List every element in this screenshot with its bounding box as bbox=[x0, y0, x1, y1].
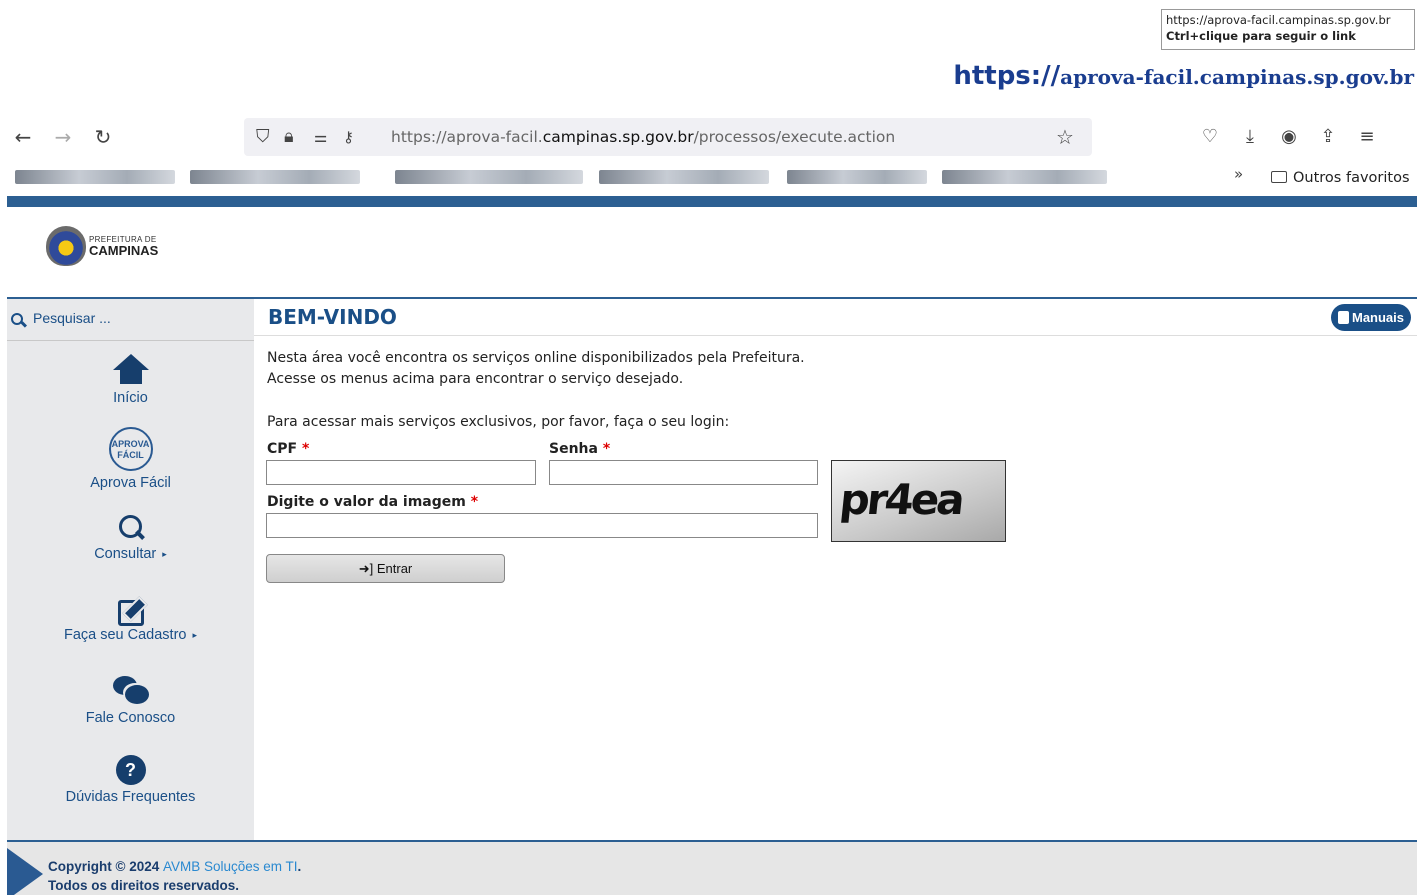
sidebar-item-inicio[interactable]: Início bbox=[7, 354, 254, 406]
link-tooltip: https://aprova-facil.campinas.sp.gov.br … bbox=[1161, 9, 1415, 50]
tooltip-url: https://aprova-facil.campinas.sp.gov.br bbox=[1166, 13, 1391, 27]
sidebar-item-cadastro[interactable]: Faça seu Cadastro ▸ bbox=[7, 595, 254, 643]
edit-icon bbox=[116, 595, 146, 626]
bookmark-item[interactable] bbox=[15, 170, 175, 184]
forward-icon[interactable]: → bbox=[47, 121, 79, 153]
sign-in-icon: ➜] bbox=[358, 561, 374, 576]
folder-icon bbox=[1271, 171, 1287, 183]
title-bar: BEM-VINDO Manuais bbox=[254, 299, 1417, 336]
intro-text-2: Acesse os menus acima para encontrar o s… bbox=[267, 371, 684, 387]
url-domain: campinas.sp.gov.br bbox=[542, 128, 694, 146]
question-icon: ? bbox=[115, 755, 146, 785]
page-title: BEM-VINDO bbox=[268, 305, 397, 329]
sidebar: Pesquisar ... Início APROVA FÁCIL Aprova… bbox=[7, 297, 254, 840]
search-icon bbox=[11, 313, 23, 325]
required-mark: * bbox=[602, 441, 611, 457]
search-icon bbox=[117, 514, 145, 542]
aprova-facil-logo: APROVA FÁCIL bbox=[108, 427, 153, 471]
intro-text-1: Nesta área você encontra os serviços onl… bbox=[267, 350, 805, 366]
bookmark-item[interactable] bbox=[395, 170, 583, 184]
login-prompt: Para acessar mais serviços exclusivos, p… bbox=[267, 414, 730, 430]
sidebar-item-label: Dúvidas Frequentes bbox=[65, 789, 196, 805]
cpf-field[interactable] bbox=[266, 460, 536, 485]
home-icon bbox=[112, 354, 149, 386]
main-content: BEM-VINDO Manuais Nesta área você encont… bbox=[254, 297, 1417, 840]
cpf-label: CPF * bbox=[267, 441, 309, 457]
address-bar[interactable]: ⛉ 🔒︎ ⚌ ⚷ https://aprova-facil.campinas.s… bbox=[244, 118, 1092, 156]
back-icon[interactable]: ← bbox=[7, 121, 39, 153]
sidebar-item-aprova-facil[interactable]: APROVA FÁCIL Aprova Fácil bbox=[7, 427, 254, 491]
bookmark-item[interactable] bbox=[190, 170, 360, 184]
link-host: aprova-facil.campinas.sp.gov.br bbox=[1060, 65, 1414, 89]
share-icon[interactable]: ⇪ bbox=[1312, 121, 1344, 153]
url-prefix: https://aprova-facil. bbox=[391, 128, 543, 146]
sidebar-item-label: Consultar bbox=[94, 546, 157, 562]
sidebar-item-label: Fale Conosco bbox=[85, 710, 176, 726]
sidebar-search[interactable]: Pesquisar ... bbox=[7, 299, 254, 341]
copyright-period: . bbox=[297, 859, 302, 874]
footer-copyright: Copyright © 2024 AVMB Soluções em TI. bbox=[48, 859, 301, 874]
sidebar-item-label: Aprova Fácil bbox=[90, 475, 171, 491]
captcha-field[interactable] bbox=[266, 513, 818, 538]
url-text[interactable]: https://aprova-facil.campinas.sp.gov.br/… bbox=[391, 118, 895, 156]
captcha-label: Digite o valor da imagem * bbox=[267, 494, 478, 510]
bookmarks-overflow-icon[interactable]: » bbox=[1234, 165, 1243, 183]
permissions-icon[interactable]: ⚌ bbox=[314, 118, 327, 156]
link-protocol: https:// bbox=[953, 61, 1061, 91]
sidebar-item-consultar[interactable]: Consultar ▸ bbox=[7, 514, 254, 562]
footer-triangle-icon bbox=[7, 848, 43, 895]
reload-icon[interactable]: ↻ bbox=[87, 121, 119, 153]
lock-icon[interactable]: 🔒︎ bbox=[284, 118, 294, 156]
key-icon[interactable]: ⚷ bbox=[343, 118, 354, 156]
entrar-button[interactable]: ➜] Entrar bbox=[266, 554, 505, 583]
url-path: /processos/execute.action bbox=[693, 128, 896, 146]
manuais-button[interactable]: Manuais bbox=[1330, 304, 1411, 331]
footer-rights: Todos os direitos reservados. bbox=[48, 878, 240, 893]
bookmark-item[interactable] bbox=[787, 170, 927, 184]
manuais-label: Manuais bbox=[1351, 310, 1404, 325]
other-bookmarks-label: Outros favoritos bbox=[1293, 170, 1410, 186]
sidebar-item-label: Início bbox=[113, 390, 148, 406]
book-icon bbox=[1337, 311, 1349, 324]
submenu-arrow-icon: ▸ bbox=[192, 630, 198, 640]
company-link[interactable]: AVMB Soluções em TI bbox=[163, 859, 298, 874]
sidebar-item-fale-conosco[interactable]: Fale Conosco bbox=[7, 674, 254, 726]
captcha-text: pr4ea bbox=[837, 475, 965, 524]
bookmark-item[interactable] bbox=[599, 170, 769, 184]
copyright-text: Copyright © 2024 bbox=[48, 859, 163, 874]
senha-field[interactable] bbox=[549, 460, 818, 485]
bookmark-item[interactable] bbox=[942, 170, 1107, 184]
captcha-image: pr4ea bbox=[831, 460, 1006, 542]
entrar-label: Entrar bbox=[376, 561, 413, 576]
tooltip-hint: Ctrl+clique para seguir o link bbox=[1166, 29, 1356, 43]
account-icon[interactable]: ◉ bbox=[1273, 121, 1305, 153]
submenu-arrow-icon: ▸ bbox=[162, 549, 167, 559]
browser-toolbar: ← → ↻ ⛉ 🔒︎ ⚌ ⚷ https://aprova-facil.camp… bbox=[7, 115, 1417, 159]
senha-label-text: Senha bbox=[549, 441, 598, 457]
footer: Copyright © 2024 AVMB Soluções em TI. To… bbox=[7, 840, 1417, 895]
cpf-label-text: CPF bbox=[267, 441, 298, 457]
sidebar-item-duvidas[interactable]: ? Dúvidas Frequentes bbox=[7, 755, 254, 805]
page-top-bar bbox=[7, 196, 1417, 207]
logo-line2: CAMPINAS bbox=[89, 243, 159, 258]
required-mark: * bbox=[470, 494, 479, 510]
screen: https://aprova-facil.campinas.sp.gov.br … bbox=[0, 0, 1424, 895]
senha-label: Senha * bbox=[549, 441, 610, 457]
captcha-label-text: Digite o valor da imagem bbox=[267, 494, 466, 510]
shield-icon[interactable]: ⛉ bbox=[256, 118, 270, 156]
chat-icon bbox=[111, 674, 151, 706]
menu-icon[interactable]: ≡ bbox=[1351, 121, 1383, 153]
sidebar-item-label: Faça seu Cadastro bbox=[63, 627, 187, 643]
other-bookmarks[interactable]: Outros favoritos bbox=[1271, 161, 1410, 195]
link-heading[interactable]: https://aprova-facil.campinas.sp.gov.br bbox=[953, 60, 1414, 92]
bookmark-star-icon[interactable]: ☆ bbox=[1056, 118, 1074, 156]
bookmarks-bar: » Outros favoritos bbox=[7, 161, 1417, 195]
download-icon[interactable]: ⤓ bbox=[1234, 121, 1266, 153]
search-input[interactable]: Pesquisar ... bbox=[33, 310, 111, 326]
pocket-icon[interactable]: ♡ bbox=[1194, 121, 1226, 153]
crest-icon bbox=[46, 226, 86, 266]
required-mark: * bbox=[301, 441, 310, 457]
campinas-logo[interactable]: PREFEITURA DE CAMPINAS bbox=[46, 226, 176, 268]
